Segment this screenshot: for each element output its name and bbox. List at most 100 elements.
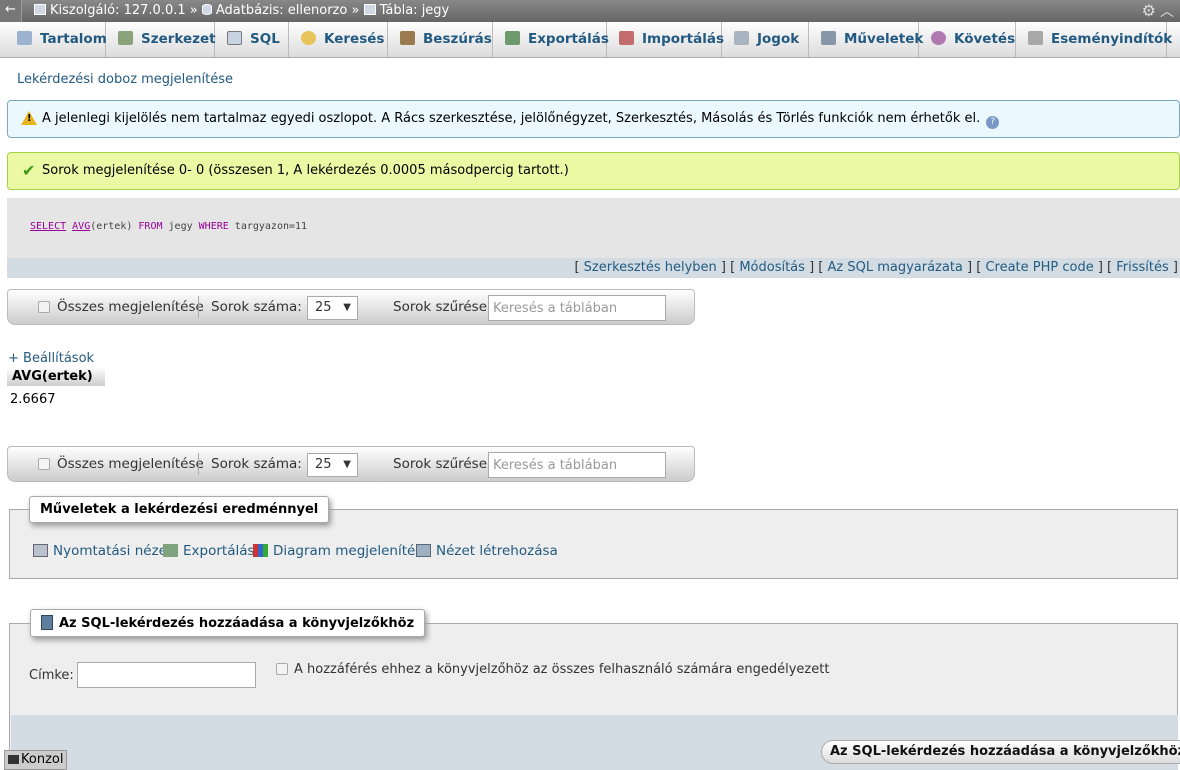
back-arrow-icon[interactable]: ← bbox=[0, 0, 22, 22]
options-link[interactable]: + Beállítások bbox=[8, 351, 94, 366]
structure-icon bbox=[118, 31, 133, 45]
tab-label: Szerkezet bbox=[141, 31, 216, 47]
explain-sql-link[interactable]: Az SQL magyarázata bbox=[827, 260, 962, 275]
dropdown-arrow-icon: ▼ bbox=[343, 302, 351, 313]
sql-args: (ertek) bbox=[90, 221, 133, 232]
insert-icon bbox=[400, 31, 415, 45]
sql-keyword-from: FROM bbox=[138, 221, 163, 232]
tab-import[interactable]: Importálás bbox=[607, 22, 724, 57]
table-cell: 2.6667 bbox=[10, 392, 56, 407]
tab-structure[interactable]: Szerkezet bbox=[106, 22, 216, 57]
tab-label: Jogok bbox=[757, 31, 800, 47]
tab-sql[interactable]: SQL bbox=[215, 22, 289, 57]
rows-count-value: 25 bbox=[315, 457, 332, 472]
share-bookmark-checkbox[interactable] bbox=[276, 663, 288, 675]
chart-icon bbox=[253, 544, 268, 557]
eye-icon bbox=[931, 31, 946, 45]
tab-label: SQL bbox=[250, 31, 280, 47]
checkmark-icon: ✔ bbox=[22, 161, 36, 180]
tab-privileges[interactable]: Jogok bbox=[722, 22, 809, 57]
bookmark-label-input[interactable] bbox=[77, 662, 256, 688]
navigation-bar-top: Összes megjelenítése Sorok száma: 25 ▼ So… bbox=[7, 289, 695, 325]
bookmark-legend: Az SQL-lekérdezés hozzáadása a könyvjelz… bbox=[30, 609, 426, 637]
sql-code: SELECT AVG(ertek) FROM jegy WHERE targya… bbox=[30, 221, 307, 232]
export-link[interactable]: Exportálás bbox=[163, 543, 255, 559]
show-query-box-link[interactable]: Lekérdezési doboz megjelenítése bbox=[17, 72, 233, 87]
tab-export[interactable]: Exportálás bbox=[493, 22, 609, 57]
breadcrumb: Kiszolgáló: 127.0.0.1 » Adatbázis: ellen… bbox=[34, 3, 449, 18]
tab-triggers[interactable]: Eseményindítók bbox=[1016, 22, 1172, 57]
success-text: Sorok megjelenítése 0- 0 (összesen 1, A … bbox=[42, 163, 569, 178]
tab-label: Műveletek bbox=[844, 31, 924, 47]
import-icon bbox=[619, 31, 634, 45]
breadcrumb-database[interactable]: Adatbázis: ellenorzo bbox=[216, 3, 347, 18]
bookmark-label-label: Címke: bbox=[29, 668, 74, 683]
create-view-label: Nézet létrehozása bbox=[436, 543, 558, 559]
wrench-icon bbox=[821, 31, 836, 45]
tab-search[interactable]: Keresés bbox=[289, 22, 388, 57]
print-view-link[interactable]: Nyomtatási nézet bbox=[33, 543, 172, 559]
sql-query-box: SELECT AVG(ertek) FROM jegy WHERE targya… bbox=[7, 198, 1180, 258]
warning-icon bbox=[21, 111, 37, 125]
privileges-icon bbox=[734, 31, 749, 45]
sql-table: jegy bbox=[168, 221, 193, 232]
tab-label: Keresés bbox=[324, 31, 385, 47]
collapse-icon[interactable]: ︿ bbox=[1160, 1, 1174, 21]
create-php-code-link[interactable]: Create PHP code bbox=[985, 260, 1093, 275]
add-bookmark-button[interactable]: Az SQL-lekérdezés hozzáadása a könyvjelz… bbox=[821, 740, 1180, 764]
tab-operations[interactable]: Műveletek bbox=[809, 22, 923, 57]
tab-insert[interactable]: Beszúrás bbox=[388, 22, 493, 57]
database-icon bbox=[201, 4, 212, 15]
breadcrumb-server[interactable]: Kiszolgáló: 127.0.0.1 bbox=[50, 3, 186, 18]
show-all-checkbox[interactable] bbox=[38, 458, 50, 470]
sql-keyword-select[interactable]: SELECT bbox=[30, 221, 66, 232]
sql-keyword-where: WHERE bbox=[198, 221, 229, 232]
breadcrumb-separator: » bbox=[189, 3, 198, 18]
tab-label: Követés bbox=[954, 31, 1016, 47]
breadcrumb-table[interactable]: Tábla: jegy bbox=[380, 3, 450, 18]
navigation-bar-bottom: Összes megjelenítése Sorok száma: 25 ▼ So… bbox=[7, 446, 695, 482]
export-label: Exportálás bbox=[183, 543, 255, 559]
export-icon bbox=[505, 31, 520, 45]
tab-label: Tartalom bbox=[40, 31, 107, 47]
console-toggle[interactable]: Konzol bbox=[4, 750, 67, 770]
help-icon[interactable]: ? bbox=[986, 116, 1000, 129]
table-icon bbox=[363, 4, 376, 15]
tab-browse[interactable]: Tartalom bbox=[0, 22, 107, 57]
bookmark-icon bbox=[41, 615, 53, 630]
refresh-link[interactable]: Frissítés bbox=[1116, 260, 1169, 275]
filter-rows-label: Sorok szűrése: bbox=[393, 299, 492, 315]
column-header[interactable]: AVG(ertek) bbox=[7, 367, 105, 386]
server-icon bbox=[34, 4, 46, 15]
operations-legend: Műveletek a lekérdezési eredménnyel bbox=[29, 496, 330, 523]
gear-icon[interactable]: ⚙ bbox=[1142, 1, 1156, 20]
triggers-icon bbox=[1028, 31, 1043, 45]
create-view-link[interactable]: Nézet létrehozása bbox=[416, 543, 558, 559]
export-icon bbox=[163, 544, 178, 557]
share-bookmark-label[interactable]: A hozzáférés ehhez a könyvjelzőhöz az ös… bbox=[294, 662, 829, 677]
tab-tracking[interactable]: Követés bbox=[919, 22, 1016, 57]
search-icon bbox=[301, 31, 316, 45]
tab-bar: Tartalom Szerkezet SQL Keresés Beszúrás … bbox=[0, 22, 1180, 58]
table-row: 2.6667 bbox=[7, 386, 105, 413]
filter-rows-input[interactable] bbox=[488, 452, 666, 478]
sql-function-avg[interactable]: AVG bbox=[72, 221, 90, 232]
printer-icon bbox=[33, 544, 48, 557]
sql-condition: targyazon=11 bbox=[234, 221, 308, 232]
filter-rows-input[interactable] bbox=[488, 295, 666, 321]
rows-count-label: Sorok száma: bbox=[211, 456, 302, 472]
rows-count-select[interactable]: 25 ▼ bbox=[307, 453, 358, 477]
console-icon bbox=[8, 755, 19, 764]
show-all-label[interactable]: Összes megjelenítése bbox=[57, 299, 204, 315]
top-breadcrumb-bar: ← Kiszolgáló: 127.0.0.1 » Adatbázis: ell… bbox=[0, 0, 1180, 22]
edit-inline-link[interactable]: Szerkesztés helyben bbox=[584, 260, 717, 275]
success-notice: ✔ Sorok megjelenítése 0- 0 (összesen 1, … bbox=[7, 152, 1180, 190]
bookmark-legend-text: Az SQL-lekérdezés hozzáadása a könyvjelz… bbox=[59, 616, 415, 631]
edit-link[interactable]: Módosítás bbox=[739, 260, 805, 275]
display-chart-link[interactable]: Diagram megjelenítése bbox=[253, 543, 431, 559]
rows-count-select[interactable]: 25 ▼ bbox=[307, 296, 358, 320]
show-all-checkbox[interactable] bbox=[38, 301, 50, 313]
tab-label: Beszúrás bbox=[423, 31, 492, 47]
breadcrumb-separator: » bbox=[351, 3, 360, 18]
show-all-label[interactable]: Összes megjelenítése bbox=[57, 456, 204, 472]
